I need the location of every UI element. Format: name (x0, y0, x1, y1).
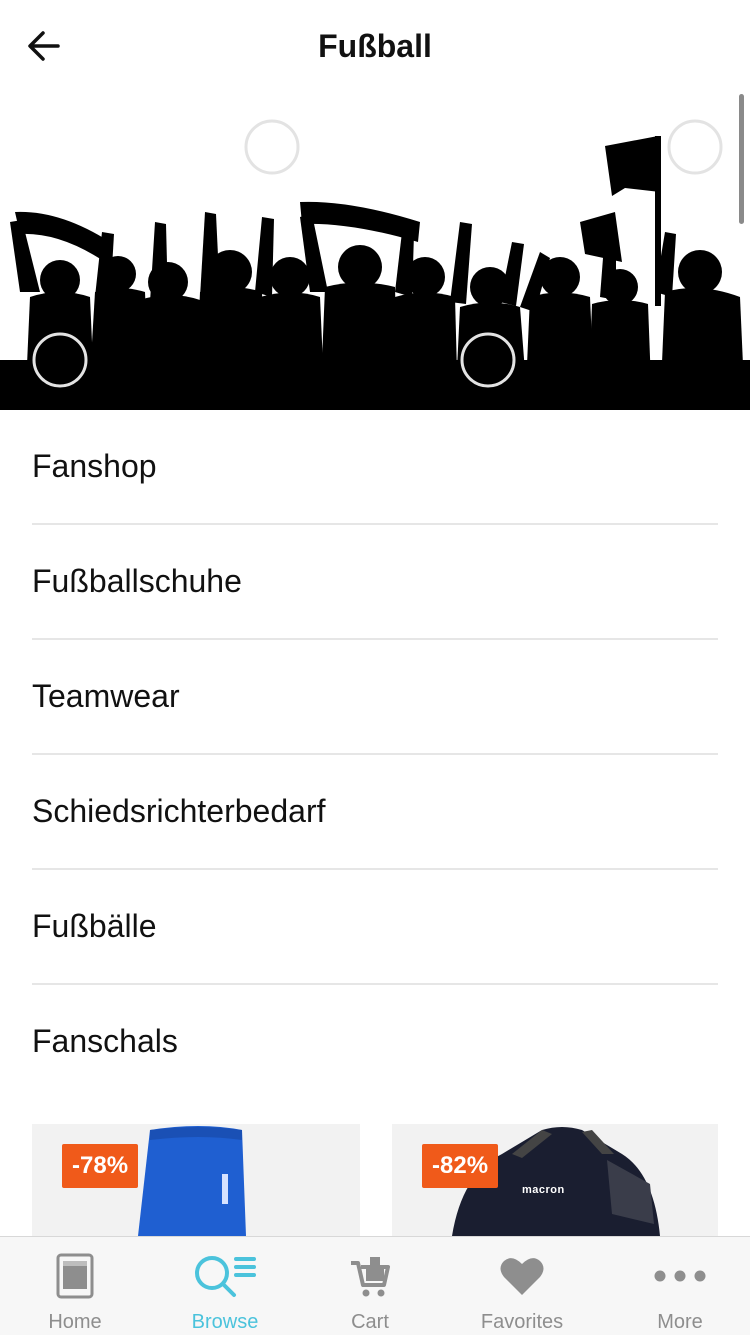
category-item-schiedsrichterbedarf[interactable]: Schiedsrichterbedarf (32, 755, 718, 870)
nav-header: Fußball (0, 0, 750, 92)
product-card[interactable]: -78% (32, 1124, 360, 1236)
tab-label: Browse (191, 1311, 259, 1333)
tab-label: Cart (351, 1311, 389, 1333)
tab-browse[interactable]: Browse (150, 1237, 300, 1335)
tab-cart[interactable]: Cart (295, 1237, 445, 1335)
category-list: Fanshop Fußballschuhe Teamwear Schiedsri… (32, 410, 718, 1098)
tab-label: Favorites (480, 1311, 564, 1333)
discount-badge: -78% (62, 1144, 139, 1188)
product-card[interactable]: -82% macron (392, 1124, 718, 1236)
tab-home[interactable]: Home (0, 1237, 150, 1335)
tab-bar: Home Browse Cart Favorites More (0, 1236, 750, 1335)
tab-favorites[interactable]: Favorites (447, 1237, 597, 1335)
scroll-indicator (739, 94, 744, 224)
category-item-fanshop[interactable]: Fanshop (32, 410, 718, 525)
category-item-fussbaelle[interactable]: Fußbälle (32, 870, 718, 985)
product-grid: -78% -82% macron (32, 1124, 718, 1236)
tab-label: More (657, 1311, 703, 1333)
category-item-fussballschuhe[interactable]: Fußballschuhe (32, 525, 718, 640)
page-title: Fußball (318, 28, 432, 64)
category-item-fanschals[interactable]: Fanschals (32, 985, 718, 1098)
cart-icon (351, 1257, 390, 1297)
heart-icon (500, 1258, 544, 1295)
category-item-teamwear[interactable]: Teamwear (32, 640, 718, 755)
hero-banner-image (0, 92, 750, 410)
fans-silhouette-image (0, 119, 750, 410)
tab-label: Home (48, 1311, 102, 1333)
search-list-icon (195, 1256, 256, 1297)
brand-logo: macron (522, 1184, 565, 1196)
tab-more[interactable]: More (605, 1237, 750, 1335)
discount-badge: -82% (422, 1144, 499, 1188)
more-icon (654, 1270, 706, 1282)
tablet-icon (56, 1253, 94, 1299)
